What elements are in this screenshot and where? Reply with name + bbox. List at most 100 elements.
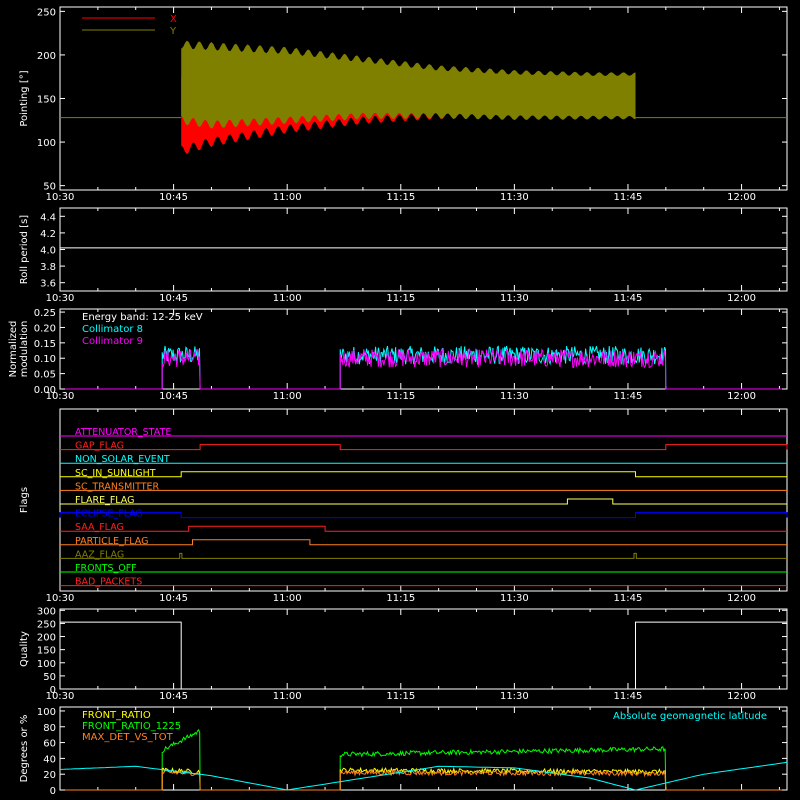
y-tick-label: 100 <box>37 707 56 718</box>
flag-label: SAA_FLAG <box>75 522 124 533</box>
legend-label: X <box>170 14 177 25</box>
flag-label: FRONTS_OFF <box>75 563 137 574</box>
y-tick-label: 300 <box>37 606 56 617</box>
y-tick-label: 200 <box>37 51 56 62</box>
x-tick-label: 11:00 <box>273 593 302 604</box>
x-tick-label: 11:15 <box>386 293 415 304</box>
quality-line <box>60 621 787 690</box>
flag-label: NON_SOLAR_EVENT <box>75 454 170 465</box>
x-tick-label: 12:00 <box>727 391 756 402</box>
flag-line-saa-flag <box>60 525 787 532</box>
modulation-trace-2 <box>60 347 787 390</box>
y-axis-label: Degrees or % <box>19 715 30 783</box>
flag-line-particle-flag <box>60 539 787 546</box>
x-tick-label: 11:45 <box>614 391 643 402</box>
x-tick-label: 11:30 <box>500 293 529 304</box>
y-tick-label: 0.05 <box>34 370 56 381</box>
legend-label: FRONT_RATIO <box>82 710 151 721</box>
x-tick-label: 11:45 <box>614 192 643 203</box>
y-tick-label: 60 <box>43 739 56 750</box>
flag-label: ATTENUATOR_STATE <box>75 427 171 438</box>
x-tick-label: 10:45 <box>159 593 188 604</box>
y-tick-label: 40 <box>43 754 56 765</box>
x-tick-label: 12:00 <box>727 293 756 304</box>
x-tick-label: 10:30 <box>46 293 75 304</box>
x-tick-label: 11:30 <box>500 691 529 702</box>
x-tick-label: 11:30 <box>500 192 529 203</box>
x-tick-label: 11:00 <box>273 391 302 402</box>
y-tick-label: 50 <box>43 672 56 683</box>
legend-label: FRONT_RATIO_1225 <box>82 721 181 732</box>
y-tick-label: 50 <box>43 182 56 193</box>
y-tick-label: 80 <box>43 723 56 734</box>
panel-6: 0 20 40 60 80 100 Degrees or % FRONT_RATIOFRONT… <box>19 706 788 797</box>
flag-label: GAP_FLAG <box>75 441 124 452</box>
x-tick-label: 10:45 <box>159 391 188 402</box>
x-tick-label: 11:30 <box>500 391 529 402</box>
legend-label: Collimator 8 <box>82 324 143 335</box>
x-tick-label: 10:30 <box>46 593 75 604</box>
x-tick-label: 11:00 <box>273 192 302 203</box>
y-axis-label: Quality <box>19 631 30 667</box>
flag-label: ECLIPSE_FLAG <box>75 509 143 520</box>
x-tick-label: 11:00 <box>273 293 302 304</box>
x-tick-label: 11:15 <box>386 593 415 604</box>
y-tick-label: 0 <box>50 786 56 797</box>
annotation-label: Absolute geomagnetic latitude <box>613 711 767 722</box>
y-axis-label: modulation <box>19 321 30 378</box>
y-tick-label: 100 <box>37 138 56 149</box>
x-tick-label: 10:45 <box>159 192 188 203</box>
x-tick-label: 11:15 <box>386 691 415 702</box>
y-tick-label: 4.0 <box>40 246 56 257</box>
y-tick-label: 200 <box>37 633 56 644</box>
legend-label: Y <box>169 26 177 37</box>
panel-3: 10:30 10:45 11:00 11:15 11:30 11:45 12:000.000… <box>8 308 788 402</box>
pointing-band-y <box>181 40 636 129</box>
flag-label: AAZ_FLAG <box>75 549 124 560</box>
flag-label: FLARE_FLAG <box>75 495 135 506</box>
x-tick-label: 11:30 <box>500 593 529 604</box>
y-axis-label: Roll period [s] <box>19 215 30 284</box>
flag-line-sc-in-sunlight <box>60 471 787 478</box>
plot-frame <box>59 608 788 690</box>
panel-2: 10:30 10:45 11:00 11:15 11:30 11:45 12:00 3.6 3.… <box>19 207 788 304</box>
panel-5: 10:30 10:45 11:00 11:15 11:30 11:45 12:0005010… <box>19 606 788 702</box>
y-tick-label: 100 <box>37 659 56 670</box>
panel-1: 10:30 10:45 11:00 11:15 11:30 11:45 12:00 50 100… <box>19 6 788 203</box>
y-tick-label: 20 <box>43 770 56 781</box>
y-tick-label: 0.00 <box>34 385 56 396</box>
flag-line-gap-flag <box>60 444 788 451</box>
x-tick-label: 10:45 <box>159 293 188 304</box>
x-tick-label: 11:15 <box>386 192 415 203</box>
x-tick-label: 11:15 <box>386 391 415 402</box>
flag-label: SC_TRANSMITTER <box>75 481 160 492</box>
y-tick-label: 4.2 <box>40 229 56 240</box>
flag-line-flare-flag <box>60 498 787 505</box>
x-tick-label: 11:45 <box>614 691 643 702</box>
x-tick-label: 10:30 <box>46 192 75 203</box>
legend-label: Collimator 9 <box>82 336 143 347</box>
x-tick-label: 11:45 <box>614 593 643 604</box>
y-tick-label: 250 <box>37 619 56 630</box>
legend-label: MAX_DET_VS_TOT <box>82 732 174 743</box>
flag-label: SC_IN_SUNLIGHT <box>75 468 156 479</box>
y-tick-label: 0.20 <box>34 323 56 334</box>
y-tick-label: 4.4 <box>40 212 56 223</box>
y-tick-label: 150 <box>37 646 56 657</box>
y-tick-label: 3.6 <box>40 279 56 290</box>
y-axis-label: Pointing [°] <box>19 70 30 126</box>
ratio-trace-absolute-geomagnetic-latitude <box>59 761 788 791</box>
y-axis-label: Flags <box>19 487 30 513</box>
legend-label: Energy band: 12-25 keV <box>82 312 203 323</box>
plot-frame <box>59 207 788 292</box>
flag-label: PARTICLE_FLAG <box>75 536 148 547</box>
y-tick-label: 0 <box>50 685 56 696</box>
rhessi-quicklook-figure: 10:30 10:45 11:00 11:15 11:30 11:45 12:00 50 100… <box>8 6 788 797</box>
y-tick-label: 0.15 <box>34 339 56 350</box>
y-tick-label: 150 <box>37 95 56 106</box>
x-tick-label: 12:00 <box>727 691 756 702</box>
y-tick-label: 250 <box>37 7 56 18</box>
y-tick-label: 3.8 <box>40 262 56 273</box>
y-axis-label: Normalized <box>8 321 19 378</box>
flag-line-aaz-flag <box>60 552 787 559</box>
